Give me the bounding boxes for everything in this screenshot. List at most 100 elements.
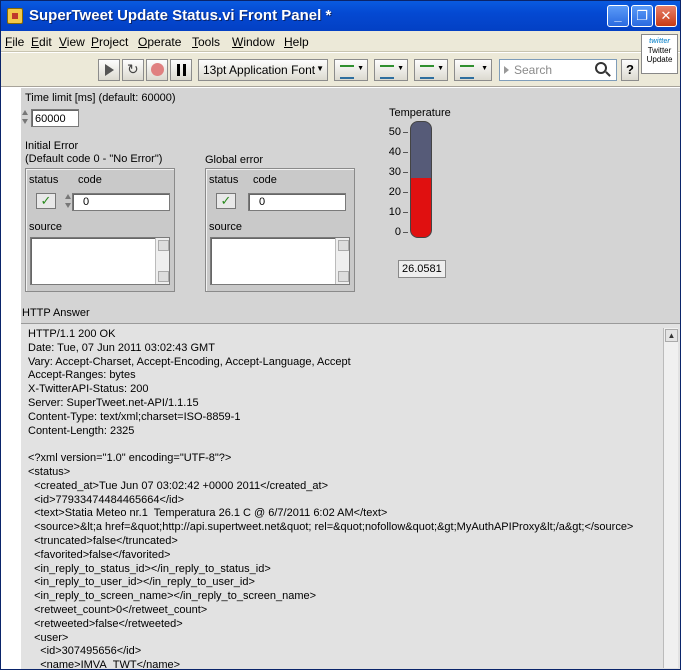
scale-tick-mark: [403, 132, 408, 133]
temperature-digital-display: 26.0581: [398, 260, 446, 278]
initial-error-status-label: status: [29, 174, 59, 186]
scale-tick-label: 20: [388, 186, 401, 198]
minimize-button[interactable]: _: [607, 5, 629, 27]
context-help-button[interactable]: ?: [621, 59, 639, 81]
http-answer-line: <source>&lt;a href=&quot;http://api.supe…: [28, 521, 634, 534]
run-arrow-icon[interactable]: [98, 59, 120, 81]
http-answer-line: Content-Type: text/xml;charset=ISO-8859-…: [28, 410, 241, 423]
twitter-badge-line1: Twitter: [647, 46, 672, 55]
initial-error-source-field[interactable]: [30, 237, 170, 285]
scale-tick-mark: [403, 152, 408, 153]
front-panel: Time limit [ms] (default: 60000) 60000 I…: [1, 88, 680, 669]
source-scrollbar[interactable]: [335, 238, 349, 284]
http-answer-line: <user>: [28, 631, 69, 644]
http-answer-line: HTTP/1.1 200 OK: [28, 328, 116, 340]
toolbar: 13pt Application Font Search ?: [1, 53, 680, 87]
http-answer-line: [28, 438, 658, 452]
scale-tick-label: 0: [394, 226, 401, 238]
global-error-status-indicator: ✓: [216, 193, 236, 209]
scale-tick-label: 50: [388, 126, 401, 138]
http-answer-line: <favorited>false</favorited>: [28, 548, 171, 561]
menu-file[interactable]: File: [5, 35, 24, 49]
http-answer-indicator[interactable]: HTTP/1.1 200 OK Date: Tue, 07 Jun 2011 03…: [21, 323, 680, 669]
search-icon[interactable]: [595, 62, 607, 74]
http-answer-line: Vary: Accept-Charset, Accept-Encoding, A…: [28, 355, 351, 368]
temperature-scale: 50 40 30 20 10 0: [381, 126, 411, 238]
http-answer-line: <in_reply_to_screen_name></in_reply_to_s…: [28, 590, 317, 603]
initial-error-status-checkbox[interactable]: ✓: [36, 193, 56, 209]
http-answer-line: <id>307495656</id>: [28, 645, 142, 658]
initial-error-cluster: status code ✓ 0 source: [25, 168, 175, 292]
scroll-up-arrow-icon[interactable]: [665, 329, 678, 342]
menu-view[interactable]: View: [59, 35, 85, 49]
http-answer-line: <retweet_count>0</retweet_count>: [28, 603, 208, 616]
global-error-source-label: source: [209, 221, 243, 233]
http-answer-line: <text>Statia Meteo nr.1 Temperatura 26.1…: [28, 507, 388, 520]
close-button[interactable]: ✕: [655, 5, 677, 27]
scale-tick-label: 40: [388, 146, 401, 158]
time-limit-increment-icon[interactable]: [21, 109, 30, 127]
http-answer-label: HTTP Answer: [22, 307, 90, 319]
scale-tick-mark: [403, 192, 408, 193]
http-answer-text: HTTP/1.1 200 OK Date: Tue, 07 Jun 2011 03…: [28, 328, 658, 668]
http-answer-line: <in_reply_to_user_id></in_reply_to_user_…: [28, 576, 255, 589]
global-error-label: Global error: [205, 154, 264, 166]
reorder-icon[interactable]: [454, 59, 492, 81]
http-answer-line: <name>IMVA_TWT</name>: [28, 659, 181, 668]
scale-tick-mark: [403, 212, 408, 213]
temperature-label: Temperature: [389, 107, 451, 119]
title-bar[interactable]: SuperTweet Update Status.vi Front Panel …: [1, 1, 680, 31]
pause-icon[interactable]: [170, 59, 192, 81]
menu-bar: File Edit View Project Operate Tools Win…: [1, 31, 680, 52]
run-continuously-icon[interactable]: [122, 59, 144, 81]
vi-icon: [7, 8, 23, 24]
distribute-objects-icon[interactable]: [374, 59, 408, 81]
align-objects-icon[interactable]: [334, 59, 368, 81]
http-answer-line: <created_at>Tue Jun 07 03:02:42 +0000 20…: [28, 479, 328, 492]
global-error-code-label: code: [253, 174, 277, 186]
menu-operate[interactable]: Operate: [138, 35, 181, 49]
window-title: SuperTweet Update Status.vi Front Panel …: [29, 7, 332, 24]
resize-objects-icon[interactable]: [414, 59, 448, 81]
initial-error-label-line1: Initial Error: [25, 140, 79, 152]
source-scrollbar[interactable]: [155, 238, 169, 284]
twitter-update-vi-icon: twitter Twitter Update: [641, 34, 678, 74]
menu-project[interactable]: Project: [91, 35, 128, 49]
http-answer-line: <in_reply_to_status_id></in_reply_to_sta…: [28, 562, 271, 575]
http-answer-line: <id>77933474484465664</id>: [28, 493, 184, 506]
menu-tools[interactable]: Tools: [192, 35, 220, 49]
initial-error-label-line2: (Default code 0 - "No Error"): [25, 153, 163, 165]
menu-edit[interactable]: Edit: [31, 35, 52, 49]
http-answer-line: X-TwitterAPI-Status: 200: [28, 383, 149, 396]
initial-error-code-label: code: [78, 174, 102, 186]
initial-error-source-label: source: [29, 221, 63, 233]
time-limit-input[interactable]: 60000: [31, 109, 79, 127]
time-limit-label: Time limit [ms] (default: 60000): [25, 92, 176, 104]
menu-help[interactable]: Help: [284, 35, 309, 49]
http-answer-line: <status>: [28, 465, 71, 478]
font-selector[interactable]: 13pt Application Font: [198, 59, 328, 81]
maximize-button[interactable]: ❐: [631, 5, 653, 27]
menu-window[interactable]: Window: [232, 35, 275, 49]
http-answer-line: <?xml version="1.0" encoding="UTF-8"?>: [28, 452, 232, 465]
http-answer-line: <retweeted>false</retweeted>: [28, 617, 183, 630]
http-answer-scrollbar[interactable]: [663, 328, 678, 668]
temperature-thermometer: [410, 121, 432, 238]
http-answer-line: <truncated>false</truncated>: [28, 534, 178, 547]
global-error-cluster: status code ✓ 0 source: [205, 168, 355, 292]
twitter-badge-line2: Update: [646, 55, 673, 64]
scale-tick-mark: [403, 232, 408, 233]
global-error-status-label: status: [209, 174, 239, 186]
global-error-source-field[interactable]: [210, 237, 350, 285]
global-error-code-indicator: 0: [248, 193, 346, 211]
scale-tick-label: 30: [388, 166, 401, 178]
abort-execution-icon[interactable]: [146, 59, 168, 81]
labview-front-panel-window: SuperTweet Update Status.vi Front Panel …: [0, 0, 681, 670]
http-answer-line: Accept-Ranges: bytes: [28, 369, 136, 382]
initial-error-code-input[interactable]: 0: [72, 193, 170, 211]
temperature-level-fill: [411, 177, 431, 237]
scale-tick-mark: [403, 172, 408, 173]
http-answer-line: Content-Length: 2325: [28, 424, 135, 437]
scale-tick-label: 10: [388, 206, 401, 218]
http-answer-line: Date: Tue, 07 Jun 2011 03:02:43 GMT: [28, 341, 215, 354]
